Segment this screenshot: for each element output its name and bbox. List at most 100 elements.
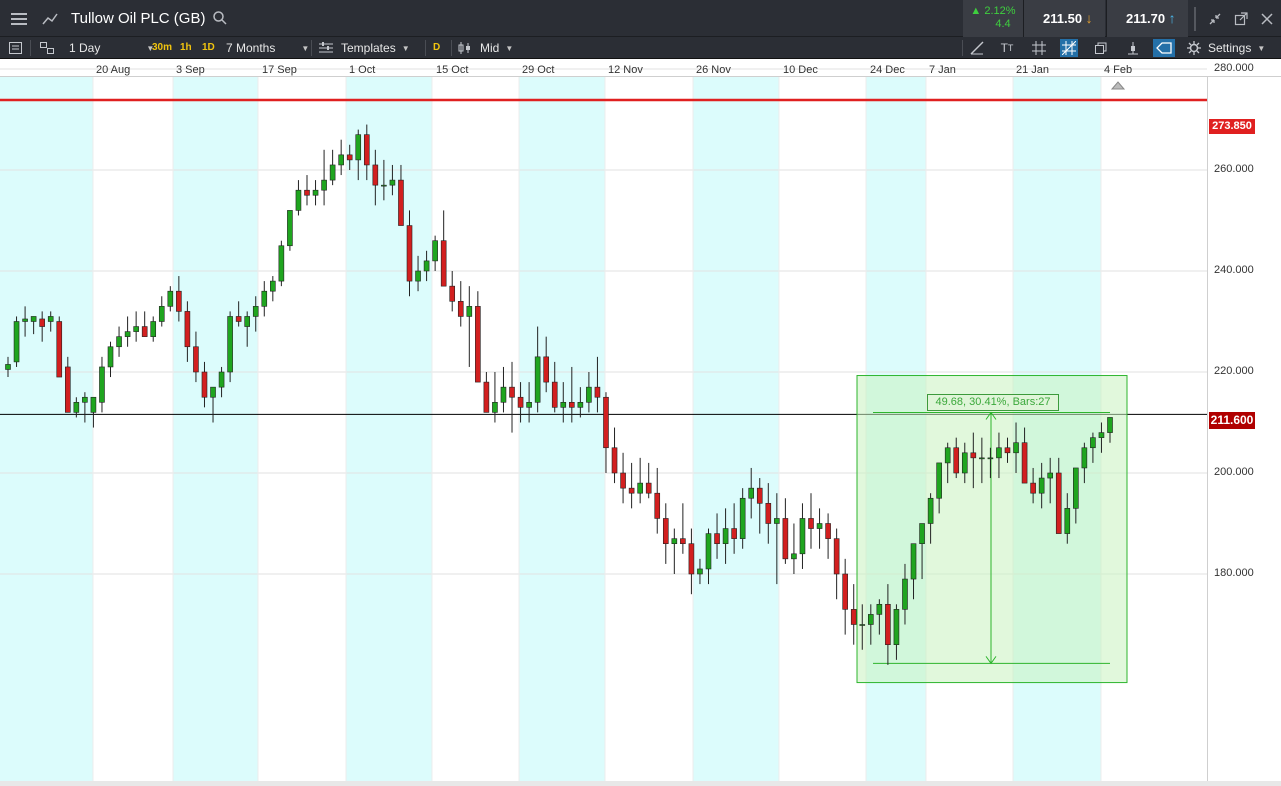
grid-icon[interactable]: [1030, 39, 1048, 57]
buy-button[interactable]: 211.70 ↑: [1106, 0, 1188, 37]
price-type-select[interactable]: Mid: [480, 37, 513, 59]
range-select[interactable]: 7 Months: [226, 37, 309, 59]
candle-body: [876, 603, 883, 615]
candle-body: [184, 311, 191, 348]
candle-body: [586, 386, 592, 403]
candle-body: [782, 518, 789, 560]
draw-line-icon[interactable]: [968, 39, 986, 57]
instrument-title[interactable]: Tullow Oil PLC (GB): [71, 0, 205, 37]
layout-icon[interactable]: [38, 39, 56, 57]
candle-body: [133, 326, 139, 332]
sell-button[interactable]: 211.50 ↓: [1023, 0, 1105, 37]
candle-body: [996, 447, 1002, 459]
menu-icon[interactable]: [0, 0, 37, 37]
candle-body: [475, 306, 481, 383]
candle-body: [577, 401, 584, 408]
close-icon[interactable]: [1256, 0, 1278, 37]
drag-handle-icon[interactable]: [1190, 0, 1200, 37]
candle-body: [1081, 447, 1088, 469]
candle-body: [833, 538, 840, 575]
collapse-icon[interactable]: [1204, 0, 1226, 37]
candle-body: [662, 518, 669, 545]
divider: [311, 40, 312, 56]
candle-body: [389, 179, 396, 186]
candle-body: [671, 538, 678, 544]
candle-body: [355, 134, 362, 161]
list-icon[interactable]: [6, 39, 24, 57]
candle-body: [1090, 437, 1096, 449]
interval-1h-button[interactable]: 1h: [180, 37, 192, 59]
layers-icon[interactable]: [1092, 39, 1110, 57]
candle-body: [885, 603, 891, 645]
candle-body: [39, 318, 45, 327]
candlestick-icon[interactable]: [456, 39, 474, 57]
arrow-down-icon: ↓: [1085, 10, 1093, 26]
tag-icon[interactable]: [1153, 39, 1175, 57]
d-button[interactable]: D: [433, 37, 440, 59]
y-tick-label: 200.000: [1214, 466, 1254, 478]
candle-body: [304, 189, 310, 196]
y-tick-label: 220.000: [1214, 365, 1254, 377]
candle-body: [500, 386, 507, 403]
templates-dropdown[interactable]: Templates: [341, 37, 410, 59]
candle-body: [765, 502, 772, 524]
templates-icon[interactable]: [317, 39, 335, 57]
x-tick-label: 15 Oct: [436, 64, 469, 76]
candle-body: [261, 290, 268, 307]
settings-dropdown[interactable]: Settings: [1208, 37, 1265, 59]
candle-body: [167, 290, 174, 307]
settings-gear-icon[interactable]: [1185, 39, 1203, 57]
candle-body: [406, 225, 413, 282]
candle-body: [560, 401, 567, 408]
weekend-band: [173, 77, 258, 781]
x-tick-label: 26 Nov: [696, 64, 731, 76]
candle-body: [893, 609, 900, 645]
indicator-icon[interactable]: [1124, 39, 1142, 57]
candle-body: [423, 260, 430, 272]
candle-body: [842, 573, 848, 610]
interval-select[interactable]: 1 Day: [69, 37, 154, 59]
popout-icon[interactable]: [1230, 0, 1252, 37]
candle-body: [432, 240, 438, 262]
candle-body: [543, 356, 549, 383]
candle-body: [295, 189, 302, 211]
x-tick-label: 1 Oct: [349, 64, 376, 76]
candle-body: [90, 396, 97, 413]
price-chart[interactable]: [0, 60, 1281, 786]
divider: [451, 40, 452, 56]
text-tool-icon[interactable]: TT: [998, 39, 1016, 57]
search-icon[interactable]: [212, 10, 228, 26]
candle-body: [56, 321, 63, 378]
candle-body: [526, 401, 532, 408]
candle-body: [859, 624, 866, 626]
candle-body: [799, 518, 806, 555]
x-tick-label: 7 Jan: [929, 64, 956, 76]
x-tick-label: 17 Sep: [262, 64, 297, 76]
templates-label: Templates: [341, 41, 396, 55]
candle-body: [825, 523, 831, 539]
candle-body: [116, 336, 122, 348]
candle-body: [808, 518, 814, 529]
arrow-up-icon: ↑: [1168, 10, 1176, 26]
candle-body: [611, 447, 618, 474]
candle-body: [603, 396, 609, 449]
candle-body: [449, 285, 456, 302]
divider: [425, 40, 426, 56]
candle-body: [457, 301, 464, 317]
current-price-tag: 211.600: [1209, 412, 1255, 429]
candle-body: [816, 523, 823, 529]
candle-body: [1030, 482, 1036, 494]
candle-body: [902, 578, 908, 610]
candle-body: [492, 401, 498, 413]
candle-body: [731, 528, 737, 539]
interval-1d-button[interactable]: 1D: [202, 37, 215, 59]
candle-body: [73, 401, 80, 413]
interval-30m-button[interactable]: 30m: [152, 37, 172, 59]
candle-body: [372, 164, 379, 186]
change-absolute: 4.4: [995, 18, 1011, 30]
candle-body: [645, 482, 652, 494]
price-change: ▲ 2.12% 4.4: [963, 0, 1023, 37]
chart-type-icon[interactable]: [37, 0, 63, 37]
crosshair-icon[interactable]: [1060, 39, 1078, 57]
divider: [30, 40, 31, 56]
